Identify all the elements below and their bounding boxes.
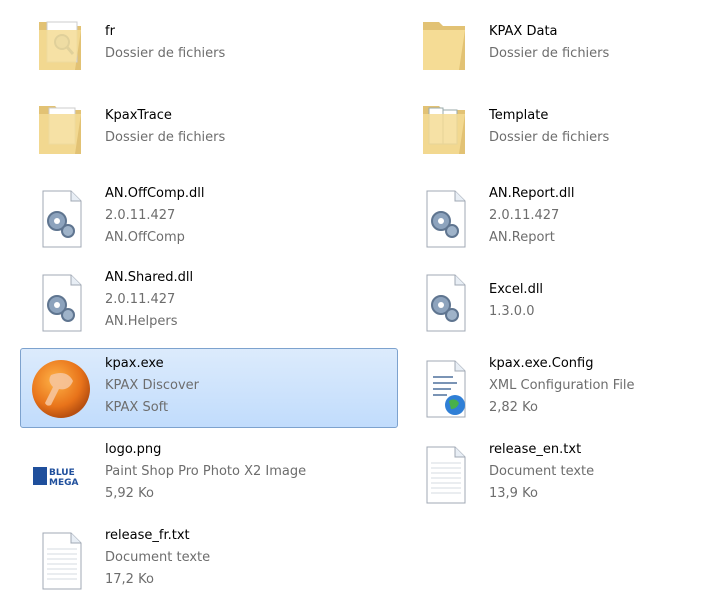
folder-icon: [423, 22, 465, 70]
file-name: AN.OffComp.dll: [105, 186, 205, 201]
file-name: release_en.txt: [489, 442, 582, 457]
file-type: XML Configuration File: [489, 378, 635, 393]
file-item-release-en-txt[interactable]: release_en.txt Document texte 13,9 Ko: [404, 434, 714, 514]
file-name: KPAX Data: [489, 24, 558, 39]
file-type: Document texte: [489, 464, 595, 479]
file-size: 5,92 Ko: [105, 486, 154, 501]
file-type: Document texte: [105, 550, 211, 565]
file-description: KPAX Discover: [105, 378, 199, 393]
dll-gear-icon: [426, 190, 466, 248]
svg-text:BLUE: BLUE: [49, 468, 75, 478]
file-item-excel-dll[interactable]: Excel.dll 1.3.0.0: [404, 262, 714, 342]
file-name: logo.png: [105, 442, 162, 457]
file-item-fr[interactable]: fr Dossier de fichiers: [20, 8, 398, 78]
file-name: kpax.exe: [105, 356, 164, 371]
file-size: 13,9 Ko: [489, 486, 538, 501]
file-type: Dossier de fichiers: [489, 130, 610, 145]
text-document-icon: [42, 532, 82, 590]
file-description: AN.Helpers: [105, 314, 178, 329]
file-item-kpax-data[interactable]: KPAX Data Dossier de fichiers: [404, 8, 714, 78]
file-name: Template: [489, 108, 549, 123]
dll-gear-icon: [42, 190, 82, 248]
file-item-kpaxtrace[interactable]: KpaxTrace Dossier de fichiers: [20, 92, 398, 162]
file-company: KPAX Soft: [105, 400, 169, 415]
file-item-kpax-exe-config[interactable]: kpax.exe.Config XML Configuration File 2…: [404, 348, 714, 428]
file-description: AN.OffComp: [105, 230, 185, 245]
file-name: KpaxTrace: [105, 108, 172, 123]
file-name: release_fr.txt: [105, 528, 190, 543]
file-version: 1.3.0.0: [489, 304, 535, 319]
file-version: 2.0.11.427: [105, 292, 176, 307]
file-item-release-fr-txt[interactable]: release_fr.txt Document texte 17,2 Ko: [20, 520, 398, 600]
file-item-logo-png[interactable]: BLUE MEGA logo.png Paint Shop Pro Photo …: [20, 434, 398, 514]
file-item-an-offcomp-dll[interactable]: AN.OffComp.dll 2.0.11.427 AN.OffComp: [20, 178, 398, 258]
file-name: AN.Report.dll: [489, 186, 575, 201]
file-version: 2.0.11.427: [105, 208, 176, 223]
svg-text:MEGA: MEGA: [49, 478, 78, 488]
dll-gear-icon: [426, 274, 466, 332]
file-name: kpax.exe.Config: [489, 356, 594, 371]
dll-gear-icon: [42, 274, 82, 332]
folder-icon: [39, 106, 81, 154]
text-document-icon: [426, 446, 466, 504]
folder-icon: [423, 106, 465, 154]
file-size: 2,82 Ko: [489, 400, 538, 415]
file-type: Dossier de fichiers: [105, 46, 226, 61]
file-item-kpax-exe[interactable]: kpax.exe KPAX Discover KPAX Soft: [20, 348, 398, 428]
folder-icon: [39, 21, 81, 70]
file-item-an-report-dll[interactable]: AN.Report.dll 2.0.11.427 AN.Report: [404, 178, 714, 258]
file-type: Dossier de fichiers: [105, 130, 226, 145]
file-name: Excel.dll: [489, 282, 544, 297]
file-item-an-shared-dll[interactable]: AN.Shared.dll 2.0.11.427 AN.Helpers: [20, 262, 398, 342]
file-name: fr: [105, 24, 115, 39]
file-name: AN.Shared.dll: [105, 270, 194, 285]
file-list-tiles-view: fr Dossier de fichiers KPAX Data Dossier…: [0, 0, 726, 610]
xml-config-icon: [426, 360, 466, 418]
file-version: 2.0.11.427: [489, 208, 560, 223]
file-item-template[interactable]: Template Dossier de fichiers: [404, 92, 714, 162]
file-type: Dossier de fichiers: [489, 46, 610, 61]
file-type: Paint Shop Pro Photo X2 Image: [105, 464, 307, 479]
bluemega-logo-icon: BLUE MEGA: [33, 465, 89, 488]
file-size: 17,2 Ko: [105, 572, 154, 587]
kpax-app-icon: [32, 360, 90, 418]
file-description: AN.Report: [489, 230, 555, 245]
